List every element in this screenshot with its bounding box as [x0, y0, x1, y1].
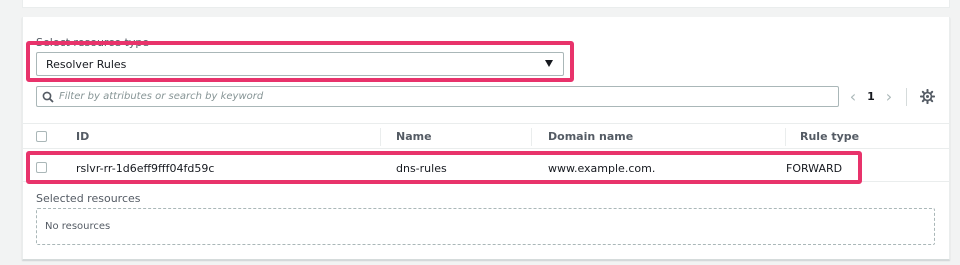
- column-divider: [531, 128, 532, 146]
- caret-down-icon: [545, 60, 553, 67]
- resource-type-select[interactable]: Resolver Rules: [36, 52, 564, 76]
- column-divider: [380, 128, 381, 146]
- gear-icon[interactable]: [919, 88, 936, 107]
- search-input[interactable]: [59, 91, 819, 102]
- column-header-name[interactable]: Name: [396, 130, 432, 143]
- pagination: ‹ 1 ›: [844, 86, 907, 107]
- table-header: ID Name Domain name Rule type: [23, 123, 949, 149]
- current-page-number[interactable]: 1: [862, 90, 880, 103]
- cell-domain-name: www.example.com.: [548, 162, 656, 175]
- cell-name: dns-rules: [396, 162, 447, 175]
- cell-id: rslvr-rr-1d6eff9fff04fd59c: [76, 162, 215, 175]
- search-icon: [37, 91, 59, 103]
- column-header-rule-type[interactable]: Rule type: [800, 130, 859, 143]
- table-row[interactable]: rslvr-rr-1d6eff9fff04fd59c dns-rules www…: [23, 155, 949, 182]
- row-checkbox[interactable]: [36, 162, 47, 173]
- previous-panel-edge: [22, 0, 950, 8]
- cell-rule-type: FORWARD: [786, 162, 843, 175]
- column-divider: [785, 128, 786, 146]
- select-all-checkbox[interactable]: [36, 131, 47, 142]
- column-header-id[interactable]: ID: [76, 130, 89, 143]
- resource-type-label: Select resource type: [36, 36, 150, 49]
- selected-resources-box: No resources: [36, 208, 935, 245]
- selected-resources-label: Selected resources: [36, 192, 141, 205]
- pagination-divider: [906, 87, 907, 106]
- next-page-button[interactable]: ›: [880, 86, 898, 107]
- resource-type-value: Resolver Rules: [46, 57, 127, 71]
- column-header-domain-name[interactable]: Domain name: [548, 130, 633, 143]
- previous-page-button[interactable]: ‹: [844, 86, 862, 107]
- no-resources-text: No resources: [45, 221, 111, 232]
- search-filter[interactable]: [36, 86, 839, 107]
